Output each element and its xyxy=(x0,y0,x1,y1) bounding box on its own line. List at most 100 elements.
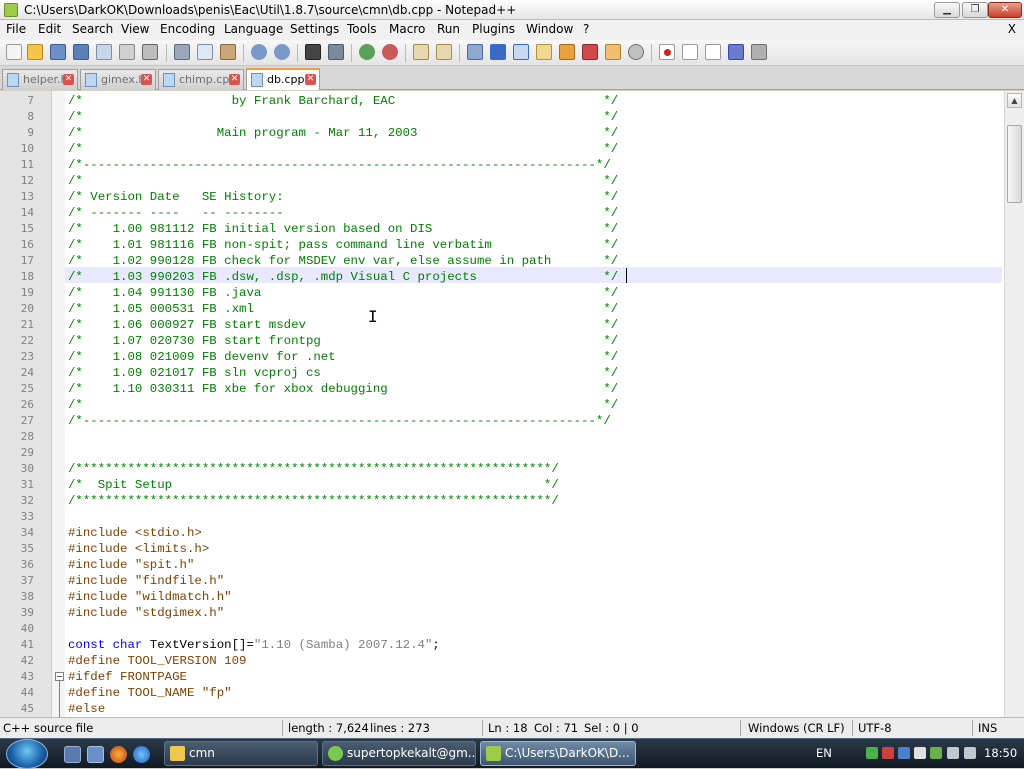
line-number[interactable]: 18 xyxy=(0,269,34,285)
doc-map-icon[interactable] xyxy=(559,44,575,60)
menu-settings[interactable]: Settings xyxy=(290,22,339,36)
line-number[interactable]: 29 xyxy=(0,445,34,461)
show-all-characters-icon[interactable] xyxy=(490,44,506,60)
line-number[interactable]: 22 xyxy=(0,333,34,349)
line-number[interactable]: 37 xyxy=(0,573,34,589)
scroll-thumb[interactable] xyxy=(1007,125,1022,203)
tray-app-icon[interactable] xyxy=(866,747,878,759)
new-file-icon[interactable] xyxy=(6,44,22,60)
line-number[interactable]: 43 xyxy=(0,669,34,685)
indent-guide-icon[interactable] xyxy=(513,44,529,60)
line-number[interactable]: 8 xyxy=(0,109,34,125)
tray-app-icon[interactable] xyxy=(914,747,926,759)
internet-explorer-icon[interactable] xyxy=(133,746,150,763)
menu-tools[interactable]: Tools xyxy=(347,22,377,36)
line-number[interactable]: 33 xyxy=(0,509,34,525)
menu-language[interactable]: Language xyxy=(224,22,283,36)
menu-view[interactable]: View xyxy=(121,22,149,36)
line-number[interactable]: 10 xyxy=(0,141,34,157)
line-number[interactable]: 30 xyxy=(0,461,34,477)
save-icon[interactable] xyxy=(50,44,66,60)
line-number[interactable]: 31 xyxy=(0,477,34,493)
fold-margin[interactable] xyxy=(52,91,65,717)
zoom-in-icon[interactable] xyxy=(359,44,375,60)
volume-icon[interactable] xyxy=(964,747,976,759)
tray-app-icon[interactable] xyxy=(898,747,910,759)
line-number[interactable]: 38 xyxy=(0,589,34,605)
save-all-icon[interactable] xyxy=(73,44,89,60)
tab-db-cpp[interactable]: db.cpp ✕ xyxy=(246,68,320,90)
line-number[interactable]: 7 xyxy=(0,93,34,109)
tab-gimex-h[interactable]: gimex.h ✕ xyxy=(80,69,156,90)
status-encoding[interactable]: UTF-8 xyxy=(858,721,892,735)
tab-close-icon[interactable]: ✕ xyxy=(305,74,316,85)
user-language-icon[interactable] xyxy=(536,44,552,60)
word-wrap-icon[interactable] xyxy=(467,44,483,60)
line-number[interactable]: 32 xyxy=(0,493,34,509)
close-document-button[interactable]: X xyxy=(1008,22,1016,36)
sync-vertical-icon[interactable] xyxy=(413,44,429,60)
tray-app-icon[interactable] xyxy=(930,747,942,759)
vertical-scrollbar[interactable]: ▲ xyxy=(1004,91,1024,717)
redo-icon[interactable] xyxy=(274,44,290,60)
line-number[interactable]: 34 xyxy=(0,525,34,541)
line-number[interactable]: 25 xyxy=(0,381,34,397)
line-number[interactable]: 14 xyxy=(0,205,34,221)
menu-macro[interactable]: Macro xyxy=(389,22,425,36)
line-number[interactable]: 19 xyxy=(0,285,34,301)
line-number[interactable]: 36 xyxy=(0,557,34,573)
tab-close-icon[interactable]: ✕ xyxy=(141,74,152,85)
tab-close-icon[interactable]: ✕ xyxy=(63,74,74,85)
tab-helper-h[interactable]: helper.h ✕ xyxy=(2,69,78,90)
line-number[interactable]: 15 xyxy=(0,221,34,237)
line-number[interactable]: 27 xyxy=(0,413,34,429)
line-number[interactable]: 35 xyxy=(0,541,34,557)
tray-app-icon[interactable] xyxy=(882,747,894,759)
close-file-icon[interactable] xyxy=(96,44,112,60)
taskbar-button-chat[interactable]: supertopkekalt@gm... xyxy=(322,741,476,766)
cut-icon[interactable] xyxy=(174,44,190,60)
line-number[interactable]: 28 xyxy=(0,429,34,445)
menu-run[interactable]: Run xyxy=(437,22,460,36)
menu-edit[interactable]: Edit xyxy=(38,22,61,36)
line-number[interactable]: 24 xyxy=(0,365,34,381)
play-macro-icon[interactable] xyxy=(705,44,721,60)
close-button[interactable]: ✕ xyxy=(988,2,1022,18)
print-icon[interactable] xyxy=(142,44,158,60)
save-macro-icon[interactable] xyxy=(751,44,767,60)
line-number[interactable]: 40 xyxy=(0,621,34,637)
menu-plugins[interactable]: Plugins xyxy=(472,22,515,36)
line-number[interactable]: 42 xyxy=(0,653,34,669)
restore-button[interactable]: ❐ xyxy=(962,2,988,18)
taskbar-button-notepadpp[interactable]: C:\Users\DarkOK\D... xyxy=(480,741,636,766)
folder-as-workspace-icon[interactable] xyxy=(605,44,621,60)
close-all-icon[interactable] xyxy=(119,44,135,60)
scroll-up-icon[interactable]: ▲ xyxy=(1007,93,1022,108)
status-insert-mode[interactable]: INS xyxy=(978,721,997,735)
run-macro-multiple-icon[interactable] xyxy=(728,44,744,60)
line-number[interactable]: 21 xyxy=(0,317,34,333)
monitoring-icon[interactable] xyxy=(628,44,644,60)
stop-macro-icon[interactable] xyxy=(682,44,698,60)
firefox-icon[interactable] xyxy=(110,746,127,763)
fold-collapse-icon[interactable]: − xyxy=(55,672,64,681)
start-button-icon[interactable] xyxy=(6,739,48,769)
minimize-button[interactable]: ▁ xyxy=(934,2,960,18)
sync-horizontal-icon[interactable] xyxy=(436,44,452,60)
line-number[interactable]: 13 xyxy=(0,189,34,205)
tab-close-icon[interactable]: ✕ xyxy=(229,74,240,85)
zoom-out-icon[interactable] xyxy=(382,44,398,60)
clock[interactable]: 18:50 xyxy=(984,746,1017,760)
record-macro-icon[interactable] xyxy=(659,44,675,60)
line-number[interactable]: 45 xyxy=(0,701,34,717)
taskbar-button-cmn[interactable]: cmn xyxy=(164,741,318,766)
line-number[interactable]: 39 xyxy=(0,605,34,621)
code-editor[interactable]: − I ▲ 7/* by Frank Barchard, EAC */8/* *… xyxy=(0,91,1024,717)
switch-windows-icon[interactable] xyxy=(87,746,104,763)
menu-encoding[interactable]: Encoding xyxy=(160,22,215,36)
copy-icon[interactable] xyxy=(197,44,213,60)
undo-icon[interactable] xyxy=(251,44,267,60)
network-icon[interactable] xyxy=(947,747,959,759)
line-number[interactable]: 16 xyxy=(0,237,34,253)
line-number[interactable]: 9 xyxy=(0,125,34,141)
